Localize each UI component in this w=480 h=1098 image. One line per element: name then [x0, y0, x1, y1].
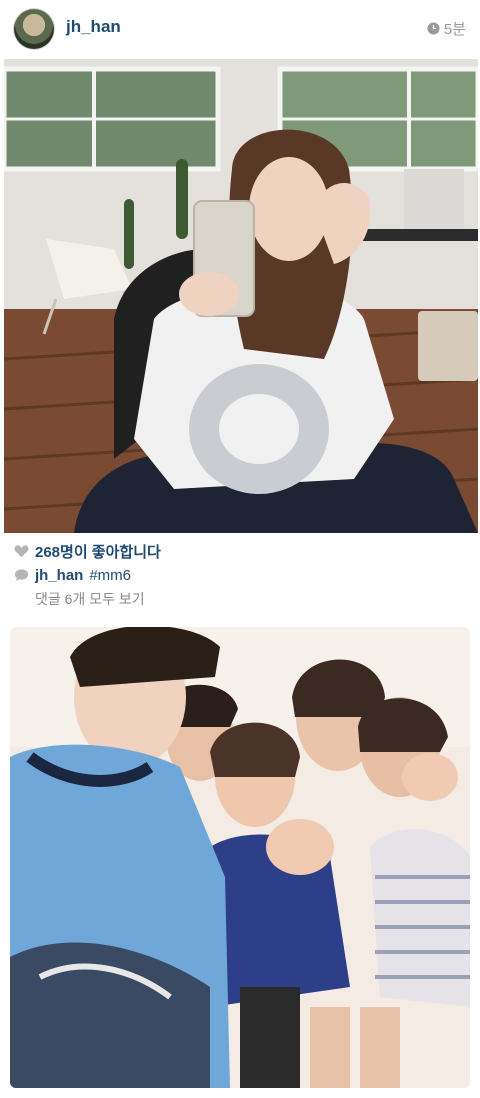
clock-icon: [427, 22, 440, 35]
caption-hashtag[interactable]: #mm6: [89, 567, 131, 584]
view-all-comments-link[interactable]: 댓글 6개 모두 보기: [35, 589, 466, 609]
heart-icon: [14, 545, 29, 558]
post-header: jh_han 5분: [0, 0, 480, 60]
username-link[interactable]: jh_han: [66, 17, 121, 37]
post-meta: 268명이 좋아합니다 jh_han #mm6 댓글 6개 모두 보기: [14, 540, 466, 609]
next-post-photo[interactable]: [10, 627, 470, 1088]
speech-bubble-icon: [14, 569, 29, 581]
avatar[interactable]: [14, 9, 54, 49]
post-photo[interactable]: [4, 59, 478, 533]
likes-count[interactable]: 268명이 좋아합니다: [35, 541, 161, 562]
likes-row[interactable]: 268명이 좋아합니다: [14, 540, 466, 562]
caption-username[interactable]: jh_han: [35, 567, 83, 584]
time-label: 5분: [443, 21, 466, 38]
post-time: 5분: [427, 18, 466, 39]
caption-row: jh_han #mm6: [14, 564, 466, 586]
